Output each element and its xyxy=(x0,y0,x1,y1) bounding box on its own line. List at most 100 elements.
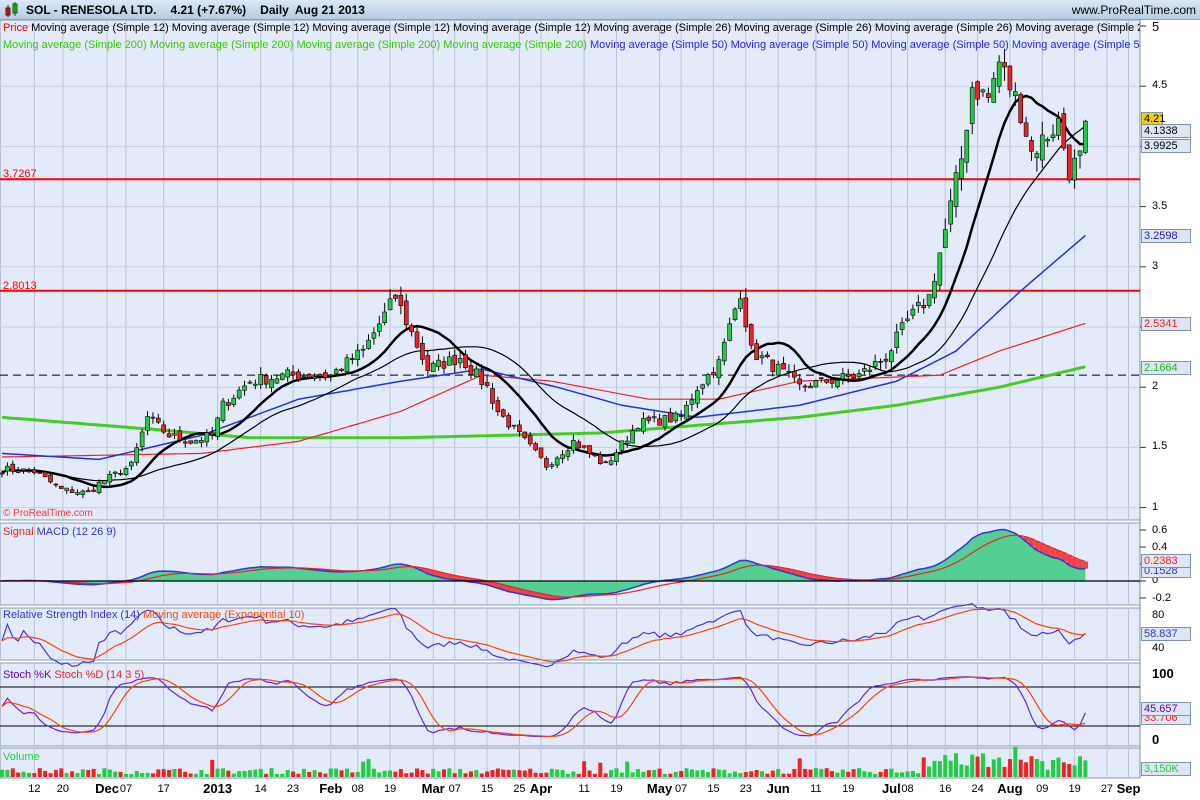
candle-body xyxy=(333,369,339,374)
volume-bar xyxy=(37,768,42,777)
volume-bar xyxy=(1002,766,1007,777)
candle-body xyxy=(775,363,781,376)
stoch-axis-0: 0 xyxy=(1152,732,1160,747)
candle-body xyxy=(306,374,312,379)
stoch-axis-100: 100 xyxy=(1152,666,1174,681)
volume-bar xyxy=(533,772,538,777)
volume-bar xyxy=(883,769,888,777)
candle-body xyxy=(161,424,166,433)
legend-item: Moving average (Simple 200) xyxy=(3,39,150,51)
x-axis-label: 16 xyxy=(939,783,952,795)
candle xyxy=(538,447,544,460)
candle-body xyxy=(781,362,786,370)
candle-body xyxy=(10,463,16,472)
volume-bar xyxy=(662,773,667,777)
x-axis-label: 19 xyxy=(842,783,855,795)
candle-body xyxy=(48,474,53,483)
volume-bar xyxy=(150,773,155,777)
candle-body xyxy=(953,172,959,207)
candle-body xyxy=(371,332,377,339)
candle xyxy=(1066,144,1072,184)
x-axis-label: 19 xyxy=(610,783,623,795)
candle-body xyxy=(436,359,441,367)
volume-bar xyxy=(215,768,220,777)
volume-bar xyxy=(177,768,182,777)
candle-body xyxy=(145,416,150,431)
volume-bar xyxy=(1018,759,1023,777)
volume-bar xyxy=(463,773,468,777)
candle-body xyxy=(581,445,587,448)
candle-body xyxy=(608,460,614,465)
stoch-panel xyxy=(0,662,1141,747)
volume-bar xyxy=(1051,759,1056,777)
volume-bar xyxy=(889,768,894,777)
volume-bar xyxy=(528,768,533,777)
volume-bar xyxy=(738,773,743,777)
candle-body xyxy=(355,349,361,360)
candle xyxy=(102,480,107,485)
price-axis-label: 5 xyxy=(1152,19,1160,34)
macd-label: MACD (12 26 9) xyxy=(36,526,117,538)
candle-body xyxy=(129,461,134,467)
candle xyxy=(58,485,64,489)
candle-body xyxy=(258,374,264,386)
candle-body xyxy=(651,416,657,419)
candle-body xyxy=(765,354,770,357)
candle-body xyxy=(204,432,210,443)
candle-body xyxy=(376,323,382,332)
volume-bar xyxy=(609,770,614,777)
volume-bar xyxy=(75,773,80,777)
volume-bar xyxy=(932,760,937,777)
candle-body xyxy=(96,481,102,494)
volume-bar xyxy=(269,768,274,777)
volume-bar xyxy=(210,759,215,777)
legend-item: Moving average (Simple 12) xyxy=(31,22,172,34)
candle-body xyxy=(242,385,247,391)
candle-body xyxy=(474,368,479,378)
volume-bar xyxy=(544,772,549,777)
volume-bar xyxy=(959,764,964,777)
candle xyxy=(1018,92,1024,125)
x-axis-label: 25 xyxy=(513,783,526,795)
legend-item: Moving average (Simple 50) xyxy=(730,39,872,51)
x-axis-label: 12 xyxy=(28,783,41,795)
volume-bar xyxy=(733,771,738,777)
volume-bar xyxy=(857,768,862,777)
candle-body xyxy=(948,200,953,225)
volume-bar xyxy=(237,771,242,777)
volume-bar xyxy=(382,770,387,777)
candle-body xyxy=(80,490,86,495)
x-axis-label: Dec xyxy=(95,781,120,796)
candle-body xyxy=(845,373,851,377)
volume-bar xyxy=(1067,763,1072,777)
volume-bar xyxy=(495,768,500,777)
volume-bar xyxy=(285,769,290,777)
volume-bar xyxy=(361,761,366,777)
candle-body xyxy=(500,409,506,417)
volume-bar xyxy=(458,768,463,777)
price-chart[interactable] xyxy=(0,20,1200,800)
candle-body xyxy=(463,354,468,369)
candle xyxy=(813,379,819,388)
volume-bar xyxy=(5,769,10,777)
legend-row-1: Price Moving average (Simple 12) Moving … xyxy=(3,22,1140,34)
macd-signal-value-label: 0.2383 xyxy=(1141,554,1191,568)
x-axis-label: 27 xyxy=(1100,783,1114,795)
rsi-label: Relative Strength Index (14) xyxy=(3,609,140,621)
site-link[interactable]: www.ProRealTime.com xyxy=(1072,3,1196,17)
volume-bar xyxy=(436,771,441,777)
volume-bar xyxy=(118,771,123,777)
legend-row-2: Moving average (Simple 200) Moving avera… xyxy=(3,39,1140,51)
volume-bar xyxy=(506,769,511,777)
legend-item: Moving average (Simple 12) xyxy=(312,22,453,34)
volume-bar xyxy=(10,768,15,777)
candle-body xyxy=(1034,153,1040,159)
candle-body xyxy=(786,370,792,373)
candle xyxy=(215,416,220,440)
volume-bar xyxy=(388,770,393,777)
candle-body xyxy=(452,354,458,366)
volume-bar xyxy=(161,769,166,777)
volume-bar xyxy=(86,769,91,777)
volume-bar xyxy=(16,772,21,777)
volume-bar xyxy=(927,766,932,777)
